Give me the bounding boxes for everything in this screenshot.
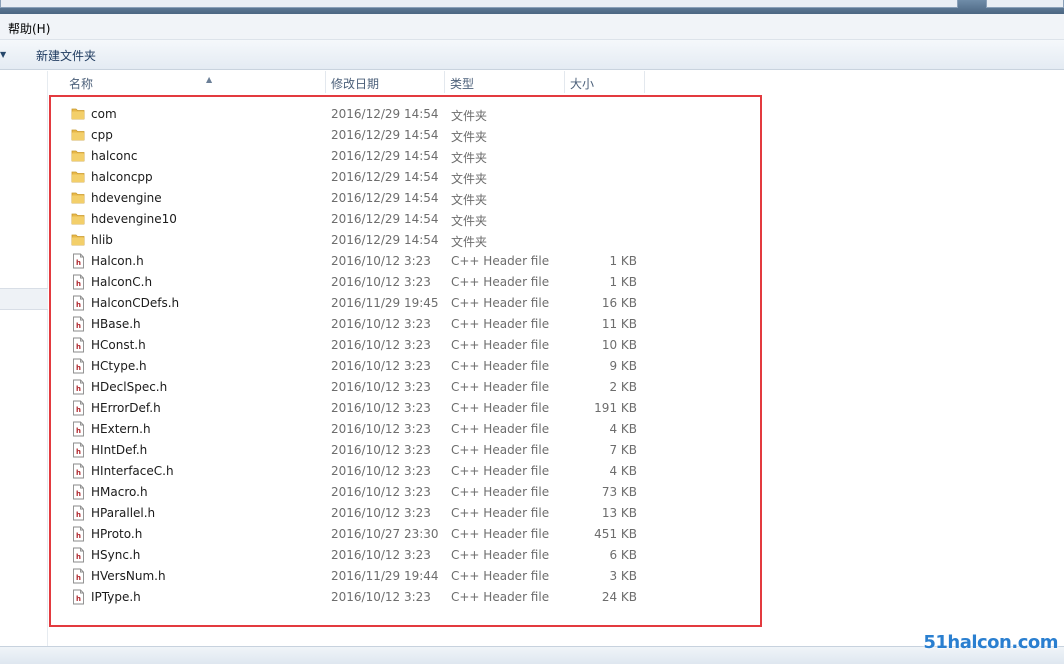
new-folder-button[interactable]: 新建文件夹	[36, 47, 96, 64]
search-box[interactable]	[986, 0, 1064, 8]
organize-dropdown-arrow-icon[interactable]: ▼	[0, 50, 6, 59]
column-header-type[interactable]: 类型	[445, 71, 565, 93]
status-bar	[0, 646, 1064, 664]
command-bar: ▼ 新建文件夹	[0, 40, 1064, 70]
highlight-annotation-box	[49, 95, 762, 627]
column-header-size-label: 大小	[570, 77, 595, 91]
column-header-date-label: 修改日期	[331, 77, 380, 91]
column-header-row: 名称 ▲ 修改日期 类型 大小	[48, 71, 1064, 93]
menu-help[interactable]: 帮助(H)	[8, 20, 50, 37]
sort-ascending-icon: ▲	[206, 75, 213, 84]
column-header-size[interactable]: 大小	[565, 71, 645, 93]
address-bar[interactable]	[0, 0, 958, 8]
column-header-date[interactable]: 修改日期	[326, 71, 445, 93]
column-header-type-label: 类型	[450, 77, 475, 91]
watermark-logo: 51halcon.com	[923, 632, 1058, 653]
column-header-name-label: 名称	[69, 77, 94, 91]
column-header-name[interactable]: 名称 ▲	[64, 71, 326, 93]
window-frame-top	[0, 0, 1064, 14]
menu-bar: 帮助(H)	[0, 14, 1064, 40]
